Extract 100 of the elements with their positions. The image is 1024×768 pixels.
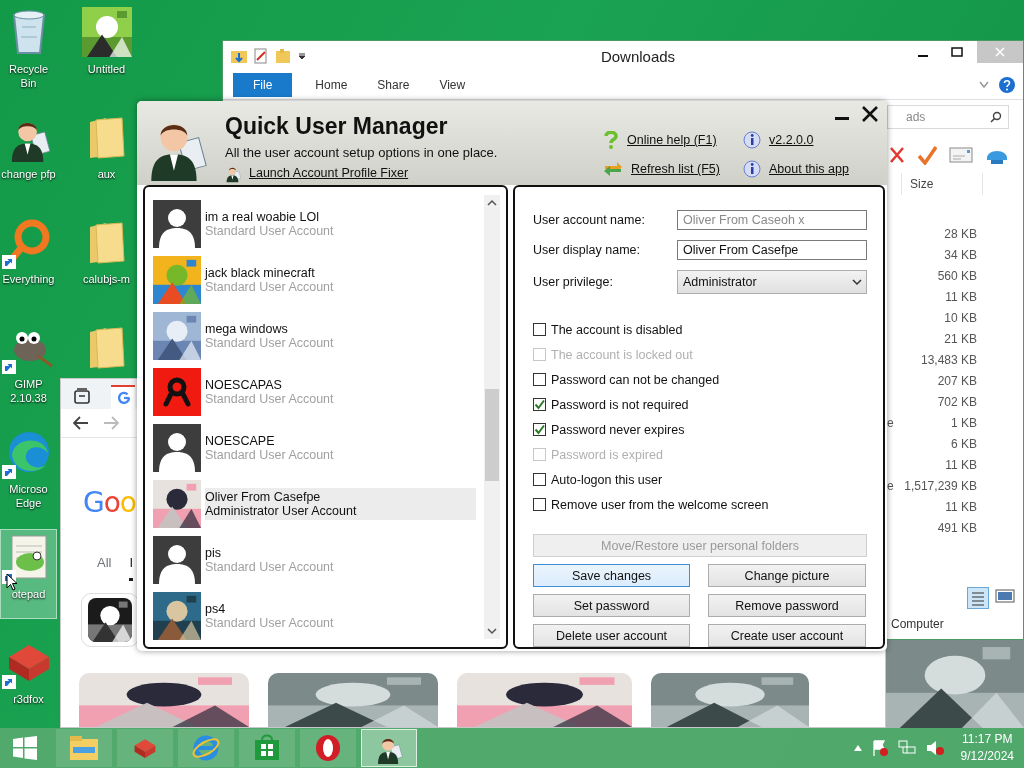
tab-list-icon[interactable] <box>73 387 91 405</box>
checkbox[interactable] <box>533 423 546 436</box>
scrollbar[interactable] <box>484 195 500 639</box>
icon-label: Microso Edge <box>8 482 49 510</box>
user-list-item[interactable]: jack black minecraft Standard User Account <box>153 253 484 307</box>
header-link[interactable]: Refresh list (F5) <box>631 162 720 176</box>
table-cell-text: 11 KB <box>944 499 977 514</box>
checkmark-icon[interactable] <box>917 145 937 165</box>
user-list-item[interactable]: pis Standard User Account <box>153 533 484 587</box>
user-role: Standard User Account <box>205 224 335 238</box>
desktop-icon[interactable]: change pfp <box>0 109 57 199</box>
checkbox[interactable] <box>533 498 546 511</box>
help-icon[interactable] <box>999 77 1015 93</box>
desktop-icon[interactable]: aux <box>78 109 135 199</box>
user-name: Oliver From Casefpe <box>205 490 322 504</box>
icon-label: r3dfox <box>12 692 45 706</box>
table-cell-text: 13,483 KB <box>919 352 977 367</box>
user-list-item[interactable]: im a real woabie LOl Standard User Account <box>153 197 484 251</box>
scrollbar-thumb[interactable] <box>485 389 499 481</box>
user-name: NOESCAPE <box>205 434 276 448</box>
user-role: Standard User Account <box>205 336 335 350</box>
column-header[interactable]: Size <box>901 173 983 195</box>
checkbox[interactable] <box>533 373 546 386</box>
icon-label: calubjs-m <box>81 272 132 286</box>
chevron-down-icon[interactable] <box>487 627 497 635</box>
delete-x-icon[interactable] <box>889 146 905 164</box>
user-list-item[interactable]: NOESCAPE Standard User Account <box>153 421 484 475</box>
checkbox[interactable] <box>533 323 546 336</box>
action-button[interactable]: Save changes <box>533 564 690 587</box>
o-logo-icon <box>314 734 342 762</box>
fixer-link[interactable]: Launch Account Profile Fixer <box>249 166 409 180</box>
field-label: User account name: <box>533 213 646 227</box>
action-button[interactable]: Change picture <box>708 564 866 587</box>
checkbox-label: Password is not required <box>551 397 689 412</box>
checkbox-label: The account is disabled <box>551 322 683 337</box>
user-role: Standard User Account <box>205 448 335 462</box>
action-button[interactable]: Delete user account <box>533 624 690 647</box>
icon-label: GIMP 2.10.38 <box>9 377 48 405</box>
user-list-item[interactable]: Oliver From Casefpe Administrator User Account <box>153 477 484 531</box>
search-field[interactable]: ads <box>887 105 1009 129</box>
checkbox-label: Password can not be changed <box>551 372 720 387</box>
new-folder-icon <box>275 48 291 64</box>
field-label: User display name: <box>533 243 641 257</box>
default-avatar-icon <box>153 536 201 584</box>
thumbnail-view-icon[interactable] <box>995 587 1015 605</box>
user-role: Standard User Account <box>205 392 335 406</box>
table-cell-text: 28 KB <box>943 226 977 241</box>
ribbon-tab[interactable]: Home <box>300 73 363 97</box>
checkbox-label: Password is expired <box>551 447 663 462</box>
desktop-icon[interactable]: Everything <box>0 214 57 304</box>
user-name: ps4 <box>205 602 227 616</box>
table-cell-text: 10 KB <box>943 310 977 325</box>
ribbon-tab[interactable]: Share <box>362 73 425 97</box>
maximize-icon <box>951 47 963 57</box>
privilege-dropdown[interactable]: Administrator <box>677 270 867 294</box>
chevron-down-icon[interactable] <box>979 81 989 89</box>
user-list-item[interactable]: mega windows Standard User Account <box>153 309 484 363</box>
network-icon[interactable] <box>896 739 917 757</box>
action-button[interactable]: Remove password <box>708 594 866 617</box>
store-bag-icon <box>253 734 281 762</box>
muted-speaker-icon[interactable] <box>924 739 945 757</box>
search-tab[interactable]: All <box>97 555 112 581</box>
header-link[interactable]: Online help (F1) <box>627 133 717 147</box>
table-cell-text: 1 KB <box>950 415 977 430</box>
taskbar-app[interactable] <box>300 729 356 767</box>
table-cell-text: 34 KB <box>943 247 977 262</box>
ribbon-tab[interactable]: View <box>424 73 481 97</box>
user-list-item[interactable]: ps4 Standard User Account <box>153 589 484 643</box>
icon-label: aux <box>96 167 117 181</box>
text-field[interactable]: Oliver From Casefpe <box>677 240 867 260</box>
caret-up-icon[interactable] <box>852 744 863 752</box>
user-role: Standard User Account <box>205 616 335 630</box>
close-icon[interactable] <box>861 105 879 123</box>
envelope-icon[interactable] <box>949 147 973 163</box>
action-button[interactable]: Set password <box>533 594 690 617</box>
g-logo-icon <box>117 391 131 405</box>
action-button[interactable]: Create user account <box>708 624 866 647</box>
search-tab[interactable]: I <box>129 555 134 581</box>
user-list-item[interactable]: NOESCAPAS Standard User Account <box>153 365 484 419</box>
flag-icon[interactable] <box>870 739 889 757</box>
checkbox-label: Auto-logon this user <box>551 472 663 487</box>
mouse-cursor-icon <box>6 573 18 591</box>
refresh-arrows-icon <box>603 160 623 178</box>
table-cell-text: 11 KB <box>944 289 977 304</box>
desktop-icon[interactable]: Recycle Bin <box>0 4 57 94</box>
taskbar-app[interactable] <box>361 729 417 767</box>
checkbox-label: Password never expires <box>551 422 685 437</box>
checkbox[interactable] <box>533 473 546 486</box>
chevron-up-icon[interactable] <box>487 199 497 207</box>
browser-tab[interactable] <box>111 385 135 409</box>
checkbox[interactable] <box>533 398 546 411</box>
details-view-icon[interactable] <box>967 587 989 609</box>
caret-icon[interactable] <box>297 51 307 61</box>
table-cell: e <box>887 415 894 430</box>
table-cell-text: 702 KB <box>936 394 977 409</box>
windows-logo-icon <box>13 736 37 760</box>
back-arrow-icon[interactable] <box>73 416 89 430</box>
header-link[interactable]: About this app <box>769 162 849 176</box>
header-link[interactable]: v2.2.0.0 <box>769 133 814 147</box>
info-icon <box>743 131 761 149</box>
